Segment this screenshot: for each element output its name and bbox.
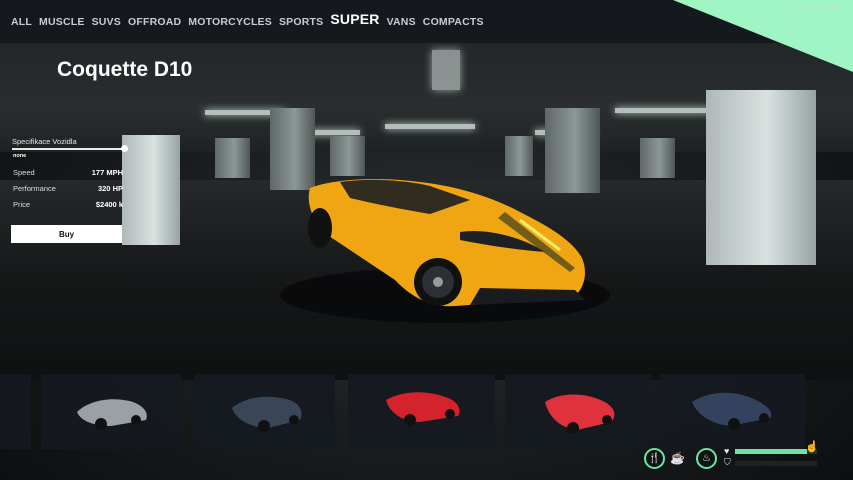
- heart-icon: ♥: [724, 446, 730, 456]
- vehicle-thumbnail: [386, 392, 460, 426]
- hand-cursor-icon: ☝: [805, 441, 819, 453]
- spec-header: Specifikace Vozidla: [12, 137, 77, 146]
- vehicle-thumbnail: [232, 396, 302, 432]
- tab-vans[interactable]: VANS: [387, 16, 416, 28]
- vehicle-title: Coquette D10: [57, 58, 193, 81]
- spec-row-performance: Performance 320 HP: [13, 184, 123, 193]
- spec-row-speed: Speed 177 MPH: [13, 168, 123, 177]
- corner-logo-text: FIVEM BLUR: [793, 6, 839, 13]
- category-nav: ALL MUSCLE SUVS OFFROAD MOTORCYCLES SPOR…: [11, 0, 484, 43]
- vehicle-card[interactable]: [505, 374, 651, 449]
- armor-bar: [735, 461, 817, 466]
- vehicle-thumbnail: [77, 399, 147, 430]
- spec-value: $2400 k: [95, 200, 123, 209]
- vehicle-card-partial[interactable]: [0, 374, 31, 449]
- spec-label: Performance: [13, 184, 56, 193]
- tab-super[interactable]: SUPER: [330, 11, 379, 27]
- food-icon: 🍴: [644, 448, 665, 469]
- vehicle-thumbnail: [692, 392, 772, 430]
- spec-slider-handle[interactable]: [121, 145, 128, 152]
- tab-offroad[interactable]: OFFROAD: [128, 16, 181, 28]
- spec-value: 177 MPH: [91, 168, 123, 177]
- spec-slider-track[interactable]: [12, 148, 125, 150]
- spec-value: 320 HP: [97, 184, 123, 193]
- tab-suvs[interactable]: SUVS: [92, 16, 121, 28]
- tab-motorcycles[interactable]: MOTORCYCLES: [188, 16, 272, 28]
- shield-icon: ⛉: [724, 457, 731, 467]
- spec-row-price: Price $2400 k: [13, 200, 123, 209]
- spec-label: Speed: [13, 168, 35, 177]
- vehicle-card[interactable]: [348, 374, 495, 449]
- health-bar-fill: [735, 449, 808, 454]
- spec-label: Price: [13, 200, 31, 209]
- tab-all[interactable]: ALL: [11, 16, 32, 28]
- tab-muscle[interactable]: MUSCLE: [39, 16, 85, 28]
- drink-icon: ☕: [670, 451, 685, 465]
- vehicle-card[interactable]: [194, 374, 335, 449]
- vehicle-card[interactable]: [660, 374, 805, 449]
- tab-sports[interactable]: SPORTS: [279, 16, 323, 28]
- vehicle-card[interactable]: [41, 374, 181, 449]
- buy-button[interactable]: Buy: [11, 225, 122, 243]
- stamina-icon: ♨: [696, 448, 717, 469]
- spec-value: none: [13, 153, 27, 159]
- vehicle-thumbnail: [545, 394, 615, 434]
- vehicle-carousel: [0, 374, 853, 449]
- tab-compacts[interactable]: COMPACTS: [423, 16, 484, 28]
